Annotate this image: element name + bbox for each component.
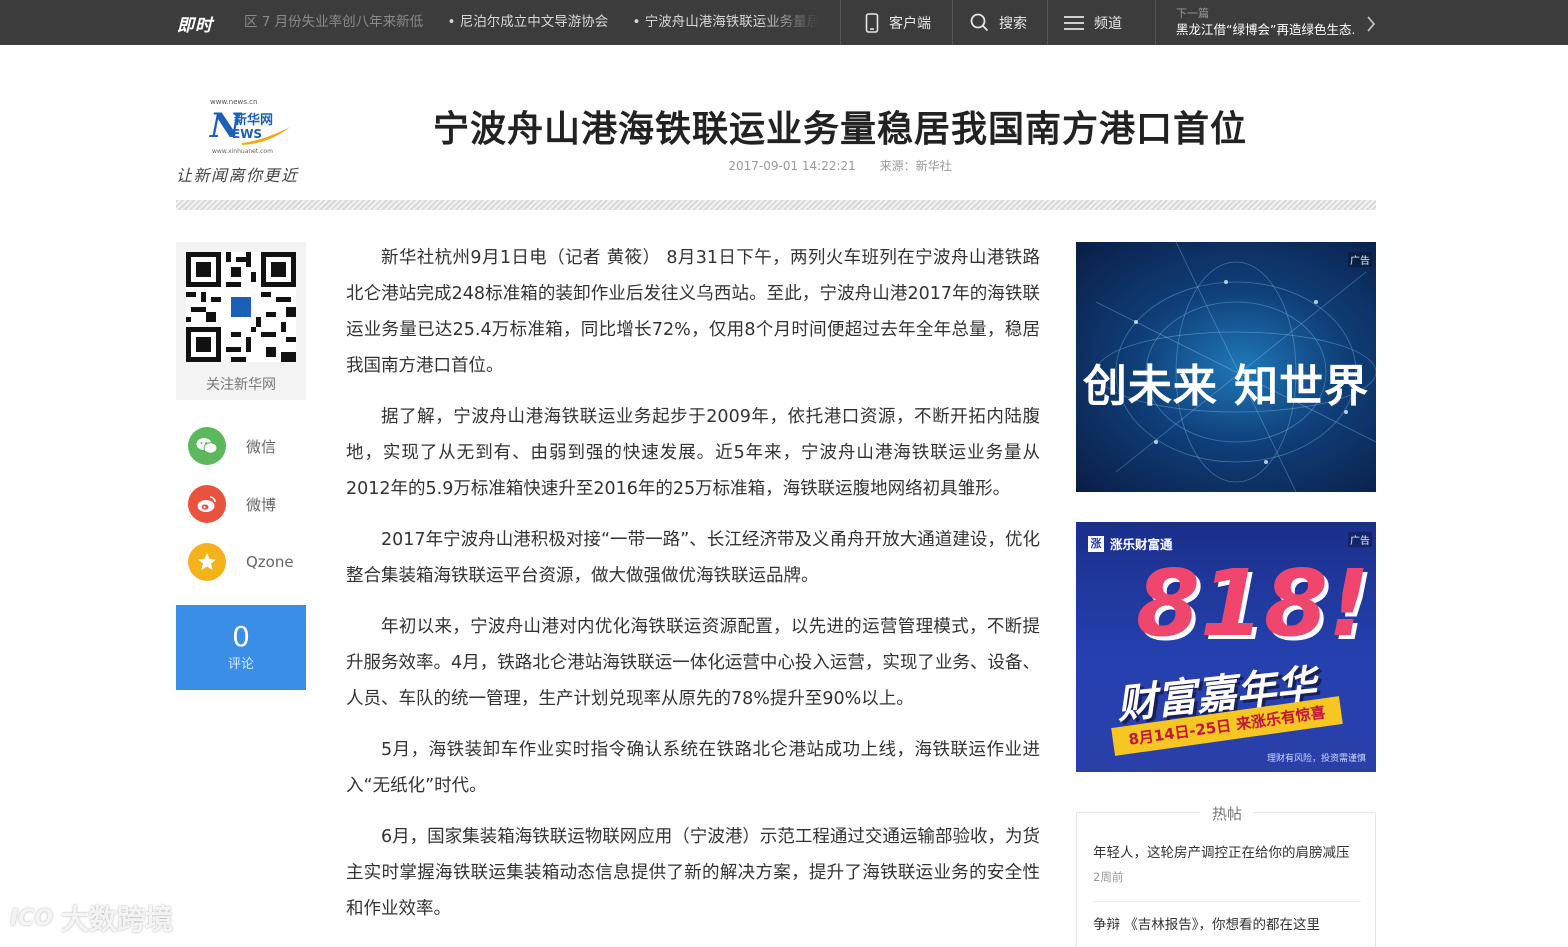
divider — [1155, 0, 1156, 45]
divider — [1093, 901, 1361, 902]
news-ticker: 区 7 月份失业率创八年来新低 • 尼泊尔成立中文导游协会 • 宁波舟山港海铁联… — [244, 0, 819, 45]
article-paragraph: 2017年宁波舟山港积极对接“一带一路”、长江经济带及义甬舟开放大通道建设，优化… — [346, 530, 1040, 586]
comment-count-button[interactable]: 0 评论 — [176, 605, 306, 690]
ad2-risk-note: 理财有风险，投资需谨慎 — [1266, 754, 1366, 764]
ad2-headline-number: 818! — [1136, 550, 1370, 657]
hot-posts-title: 热帖 — [1077, 803, 1377, 824]
channel-label: 频道 — [1094, 15, 1122, 32]
ad-banner-818[interactable]: 广告 涨 涨乐财富通 818! 财富嘉年华 8月14日-25日 来涨乐有惊喜 理… — [1076, 522, 1376, 772]
client-app-label: 客户端 — [889, 15, 931, 32]
search-icon — [970, 13, 989, 32]
divider — [1047, 0, 1048, 45]
brand-logo-text[interactable]: 即时 — [177, 11, 213, 36]
ad1-slogan: 创未来 知世界 — [1082, 361, 1370, 412]
ad-tag: 广告 — [1348, 252, 1372, 267]
share-weibo-label: 微博 — [246, 495, 277, 514]
logo-url-top: www.news.cn — [210, 98, 258, 106]
article-meta: 2017-09-01 14:22:21 来源：新华社 — [560, 157, 1120, 174]
search-label: 搜索 — [999, 15, 1027, 32]
hot-posts-panel: 热帖 年轻人，这轮房产调控正在给你的肩膀减压 2周前 争辩 《吉林报告》，你想看… — [1076, 805, 1376, 947]
news-logo-mark: N 新华网 EWS — [210, 107, 290, 149]
qr-follow-box: 关注新华网 — [176, 242, 306, 400]
article-title: 宁波舟山港海铁联运业务量稳居我国南方港口首位 — [432, 109, 1247, 150]
article-body: 新华社杭州9月1日电（记者 黄筱） 8月31日下午，两列火车班列在宁波舟山港铁路… — [346, 240, 1040, 942]
ticker-fade-overlay — [759, 0, 819, 45]
logo-url-bottom: www.xinhuanet.com — [212, 148, 273, 155]
search-button[interactable]: 搜索 — [970, 0, 1027, 45]
top-nav-bar: 即时 区 7 月份失业率创八年来新低 • 尼泊尔成立中文导游协会 • 宁波舟山港… — [0, 0, 1568, 45]
channel-menu-button[interactable]: 频道 — [1064, 0, 1122, 45]
logo-slogan: 让新闻离你更近 — [176, 166, 299, 185]
hot-post-item[interactable]: 年轻人，这轮房产调控正在给你的肩膀减压 2周前 — [1093, 843, 1363, 885]
article-source: 来源：新华社 — [879, 159, 952, 173]
share-wechat-button[interactable]: 微信 — [188, 426, 308, 466]
chevron-right-icon — [1366, 15, 1376, 37]
article-paragraph: 新华社杭州9月1日电（记者 黄筱） 8月31日下午，两列火车班列在宁波舟山港铁路… — [346, 248, 1040, 376]
weibo-icon — [188, 485, 226, 523]
share-wechat-label: 微信 — [246, 437, 277, 456]
divider — [840, 0, 841, 45]
hot-post-time: 2周前 — [1093, 870, 1124, 884]
next-article-link[interactable]: 下一篇 黑龙江借“绿博会”再造绿色生态... — [1176, 7, 1376, 39]
client-app-button[interactable]: 客户端 — [865, 0, 931, 45]
ad-banner-future[interactable]: 广告 创未来 知世界 — [1076, 242, 1376, 492]
ticker-item[interactable]: • 尼泊尔成立中文导游协会 — [447, 0, 608, 45]
comment-label: 评论 — [227, 657, 254, 672]
article-paragraph: 5月，海铁装卸车作业实时指令确认系统在铁路北仑港站成功上线，海铁联运作业进入“无… — [346, 740, 1040, 796]
wechat-icon — [188, 427, 226, 465]
hot-post-item[interactable]: 争辩 《吉林报告》，你想看的都在这里 — [1093, 915, 1363, 935]
ticker-item[interactable]: 区 7 月份失业率创八年来新低 — [244, 0, 423, 45]
qr-code-icon — [186, 252, 296, 362]
hot-post-title: 年轻人，这轮房产调控正在给你的肩膀减压 — [1093, 845, 1350, 861]
next-article-title: 黑龙江借“绿博会”再造绿色生态... — [1176, 22, 1354, 37]
mobile-phone-icon — [865, 12, 879, 33]
watermark-logo: ICO — [10, 905, 54, 931]
qzone-star-icon — [188, 543, 226, 581]
watermark: ICO 大数跨境 — [10, 898, 173, 938]
hot-posts-title-text: 热帖 — [1199, 805, 1254, 823]
ad2-brand-mark: 涨 — [1088, 535, 1104, 552]
comment-count: 0 — [232, 620, 250, 653]
article-paragraph: 年初以来，宁波舟山港对内优化海铁联运资源配置，以先进的运营管理模式，不断提升服务… — [346, 617, 1040, 709]
article-datetime: 2017-09-01 14:22:21 — [728, 159, 856, 173]
hamburger-menu-icon — [1064, 15, 1084, 31]
header-divider — [176, 200, 1376, 210]
qr-caption: 关注新华网 — [206, 377, 276, 393]
hot-post-title: 争辩 《吉林报告》，你想看的都在这里 — [1093, 917, 1321, 933]
next-article-label: 下一篇 — [1176, 7, 1209, 20]
share-qzone-label: Qzone — [246, 553, 294, 571]
share-qzone-button[interactable]: Qzone — [188, 542, 308, 582]
watermark-text: 大数跨境 — [61, 903, 174, 936]
article-paragraph: 6月，国家集装箱海铁联运物联网应用（宁波港）示范工程通过交通运输部验收，为货主实… — [346, 827, 1040, 919]
divider — [952, 0, 953, 45]
xinhua-logo[interactable]: www.news.cn N 新华网 EWS www.xinhuanet.com … — [176, 98, 311, 188]
article-paragraph: 据了解，宁波舟山港海铁联运业务起步于2009年，依托港口资源，不断开拓内陆腹地，… — [346, 407, 1040, 499]
share-weibo-button[interactable]: 微博 — [188, 484, 308, 524]
ad-tag: 广告 — [1348, 532, 1372, 547]
